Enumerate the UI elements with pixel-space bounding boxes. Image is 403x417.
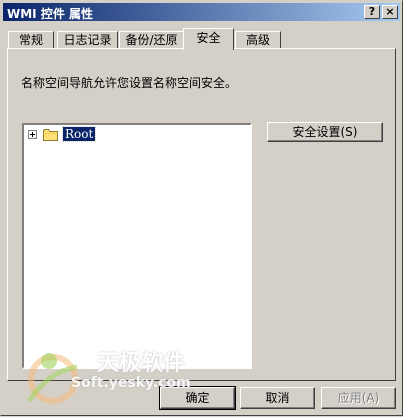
tree-node-label[interactable]: Root <box>61 126 97 142</box>
expand-icon[interactable] <box>28 130 37 139</box>
tab-backup-restore[interactable]: 备份/还原 <box>119 31 184 49</box>
close-button[interactable]: × <box>382 5 398 19</box>
properties-dialog: WMI 控件 属性 ? × 常规 日志记录 备份/还原 安全 高级 名称空间导航… <box>0 0 403 416</box>
folder-icon <box>43 129 58 141</box>
tab-strip: 常规 日志记录 备份/还原 安全 高级 <box>1 25 403 50</box>
security-settings-button[interactable]: 安全设置(S) <box>267 122 383 142</box>
namespace-tree[interactable]: Root <box>22 123 252 369</box>
ok-button[interactable]: 确定 <box>159 386 236 410</box>
title-bar[interactable]: WMI 控件 属性 ? × <box>3 3 400 21</box>
tab-advanced[interactable]: 高级 <box>235 31 281 49</box>
cancel-button[interactable]: 取消 <box>240 387 315 409</box>
window-title: WMI 控件 属性 <box>7 7 93 21</box>
security-description: 名称空间导航允许您设置名称空间安全。 <box>21 76 238 90</box>
tab-general[interactable]: 常规 <box>8 31 54 49</box>
security-tab-panel: 名称空间导航允许您设置名称空间安全。 Root 安全设置(S) <box>7 48 396 381</box>
tab-security[interactable]: 安全 <box>183 28 234 50</box>
apply-button[interactable]: 应用(A) <box>321 387 396 409</box>
help-button[interactable]: ? <box>364 5 380 19</box>
tab-logging[interactable]: 日志记录 <box>57 31 118 49</box>
